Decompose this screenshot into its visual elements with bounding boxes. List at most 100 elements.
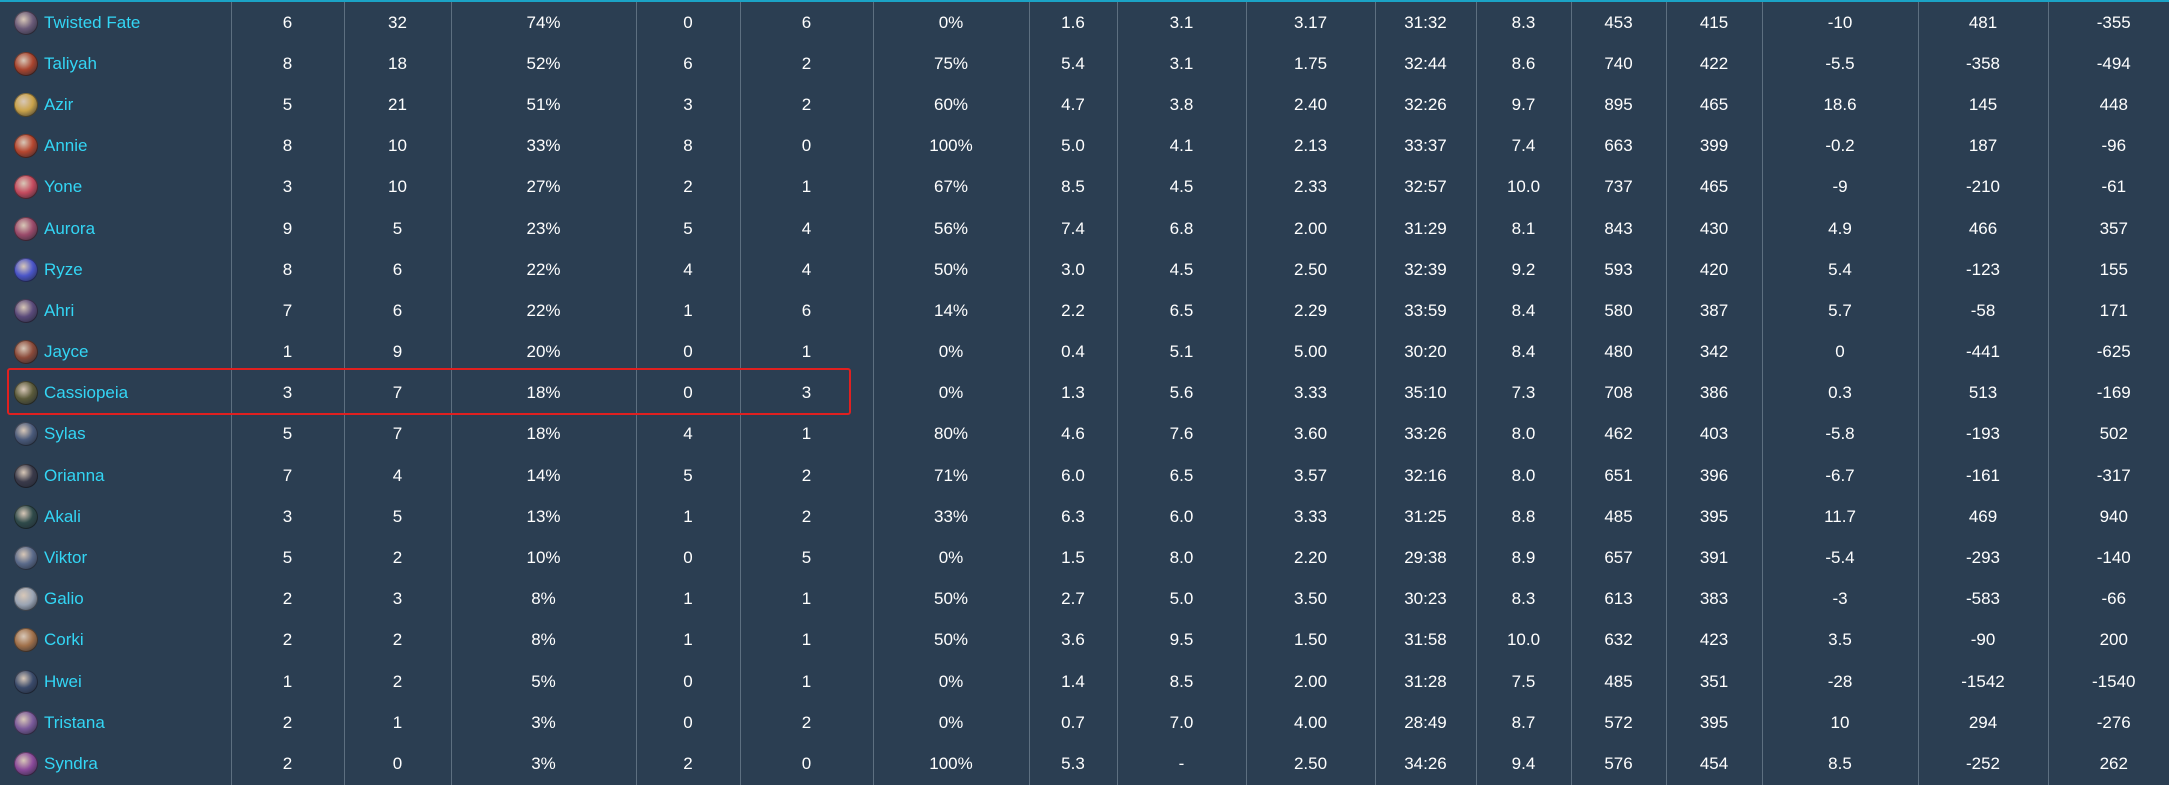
champion-cell: Ryze: [0, 249, 231, 290]
stat-cell-6: 0%: [872, 537, 1029, 579]
stat-cell-11: 7.3: [1475, 372, 1571, 414]
champion-name-link[interactable]: Jayce: [44, 342, 88, 362]
champion-portrait-icon[interactable]: [14, 751, 38, 776]
stat-cell-5: 4: [739, 249, 873, 291]
stat-cell-12: 613: [1570, 578, 1666, 620]
stat-cell-1: 2: [230, 619, 344, 661]
champion-portrait-icon[interactable]: [14, 381, 38, 406]
stat-cell-4: 1: [635, 578, 740, 620]
stat-cell-5: 6: [739, 290, 873, 332]
stat-cell-4: 4: [635, 249, 740, 291]
stat-cell-6: 50%: [872, 619, 1029, 661]
champion-portrait-icon[interactable]: [14, 669, 38, 694]
stat-cell-2: 6: [343, 249, 451, 291]
stat-cell-9: 2.50: [1245, 249, 1375, 291]
champion-portrait-icon[interactable]: [14, 422, 38, 447]
stat-cell-10: 32:39: [1374, 249, 1476, 291]
champion-portrait-icon[interactable]: [14, 298, 38, 323]
stat-cell-16: 200: [2047, 619, 2169, 661]
champion-name-link[interactable]: Hwei: [44, 672, 82, 692]
champion-portrait-icon[interactable]: [14, 546, 38, 571]
stat-cell-12: 485: [1570, 496, 1666, 538]
champion-name-link[interactable]: Tristana: [44, 713, 105, 733]
stat-cell-9: 3.33: [1245, 372, 1375, 414]
champion-name-link[interactable]: Yone: [44, 177, 82, 197]
stat-cell-14: 4.9: [1761, 207, 1918, 250]
stat-cell-2: 32: [343, 2, 451, 44]
stat-cell-13: 396: [1665, 455, 1762, 497]
champion-cell: Annie: [0, 126, 231, 167]
stat-cell-8: 3.8: [1116, 84, 1246, 126]
stat-cell-11: 8.4: [1475, 290, 1571, 332]
champion-name-link[interactable]: Twisted Fate: [44, 13, 140, 33]
champion-portrait-icon[interactable]: [14, 175, 38, 200]
champion-cell-content: Viktor: [0, 538, 231, 579]
champion-cell-content: Ahri: [0, 290, 231, 331]
champion-name-link[interactable]: Taliyah: [44, 54, 97, 74]
stat-cell-15: -161: [1917, 455, 2048, 497]
stat-cell-13: 454: [1665, 743, 1762, 785]
champion-name-link[interactable]: Aurora: [44, 219, 95, 239]
stat-cell-7: 1.4: [1028, 661, 1117, 703]
stat-cell-16: -61: [2047, 166, 2169, 208]
stat-cell-8: 5.6: [1116, 372, 1246, 414]
stat-cell-13: 387: [1665, 290, 1762, 332]
champion-portrait-icon[interactable]: [14, 92, 38, 117]
champion-name-link[interactable]: Ryze: [44, 260, 83, 280]
champion-name-link[interactable]: Akali: [44, 507, 81, 527]
champion-portrait-icon[interactable]: [14, 134, 38, 159]
champion-cell-content: Akali: [0, 496, 231, 537]
stat-cell-15: -441: [1917, 331, 2048, 373]
stat-cell-2: 5: [343, 496, 451, 538]
champion-portrait-icon[interactable]: [14, 463, 38, 488]
stat-cell-12: 572: [1570, 702, 1666, 744]
stat-cell-9: 2.29: [1245, 290, 1375, 332]
stat-cell-15: -210: [1917, 166, 2048, 208]
stat-cell-2: 10: [343, 125, 451, 167]
stat-cell-4: 0: [635, 331, 740, 373]
champion-name-link[interactable]: Azir: [44, 95, 73, 115]
stat-cell-16: 155: [2047, 249, 2169, 291]
champion-cell-content: Azir: [0, 84, 231, 125]
champion-name-link[interactable]: Corki: [44, 630, 84, 650]
champion-portrait-icon[interactable]: [14, 340, 38, 365]
stat-cell-14: 8.5: [1761, 743, 1918, 785]
champion-name-link[interactable]: Syndra: [44, 754, 98, 774]
champion-name-link[interactable]: Galio: [44, 589, 84, 609]
champion-name-link[interactable]: Viktor: [44, 548, 87, 568]
champion-portrait-icon[interactable]: [14, 51, 38, 76]
champion-portrait-icon[interactable]: [14, 587, 38, 612]
stat-cell-15: 513: [1917, 372, 2048, 414]
champion-name-link[interactable]: Sylas: [44, 424, 86, 444]
stat-cell-16: -140: [2047, 537, 2169, 579]
stat-cell-8: 5.0: [1116, 578, 1246, 620]
stat-cell-5: 1: [739, 413, 873, 456]
champion-cell: Azir: [0, 84, 231, 125]
champion-portrait-icon[interactable]: [14, 216, 38, 241]
champion-name-link[interactable]: Cassiopeia: [44, 383, 128, 403]
stat-cell-16: -169: [2047, 372, 2169, 414]
stat-cell-6: 100%: [872, 743, 1029, 785]
stat-cell-12: 663: [1570, 125, 1666, 167]
champion-name-link[interactable]: Orianna: [44, 466, 104, 486]
champion-name-link[interactable]: Annie: [44, 136, 87, 156]
stat-cell-1: 6: [230, 2, 344, 44]
champion-portrait-icon[interactable]: [14, 257, 38, 282]
stat-cell-12: 593: [1570, 249, 1666, 291]
stat-cell-3: 27%: [450, 166, 636, 208]
champion-portrait-icon[interactable]: [14, 628, 38, 653]
stat-cell-2: 3: [343, 578, 451, 620]
stat-cell-13: 395: [1665, 702, 1762, 744]
champion-portrait-icon[interactable]: [14, 504, 38, 529]
stat-cell-2: 5: [343, 207, 451, 250]
stat-cell-15: 469: [1917, 496, 2048, 538]
stat-cell-9: 1.50: [1245, 619, 1375, 661]
stat-cell-6: 71%: [872, 455, 1029, 497]
stat-cell-2: 10: [343, 166, 451, 208]
stat-cell-9: 2.40: [1245, 84, 1375, 126]
champion-portrait-icon[interactable]: [14, 710, 38, 735]
champion-portrait-icon[interactable]: [14, 10, 38, 35]
stat-cell-3: 51%: [450, 84, 636, 126]
stat-cell-10: 28:49: [1374, 702, 1476, 744]
champion-name-link[interactable]: Ahri: [44, 301, 74, 321]
